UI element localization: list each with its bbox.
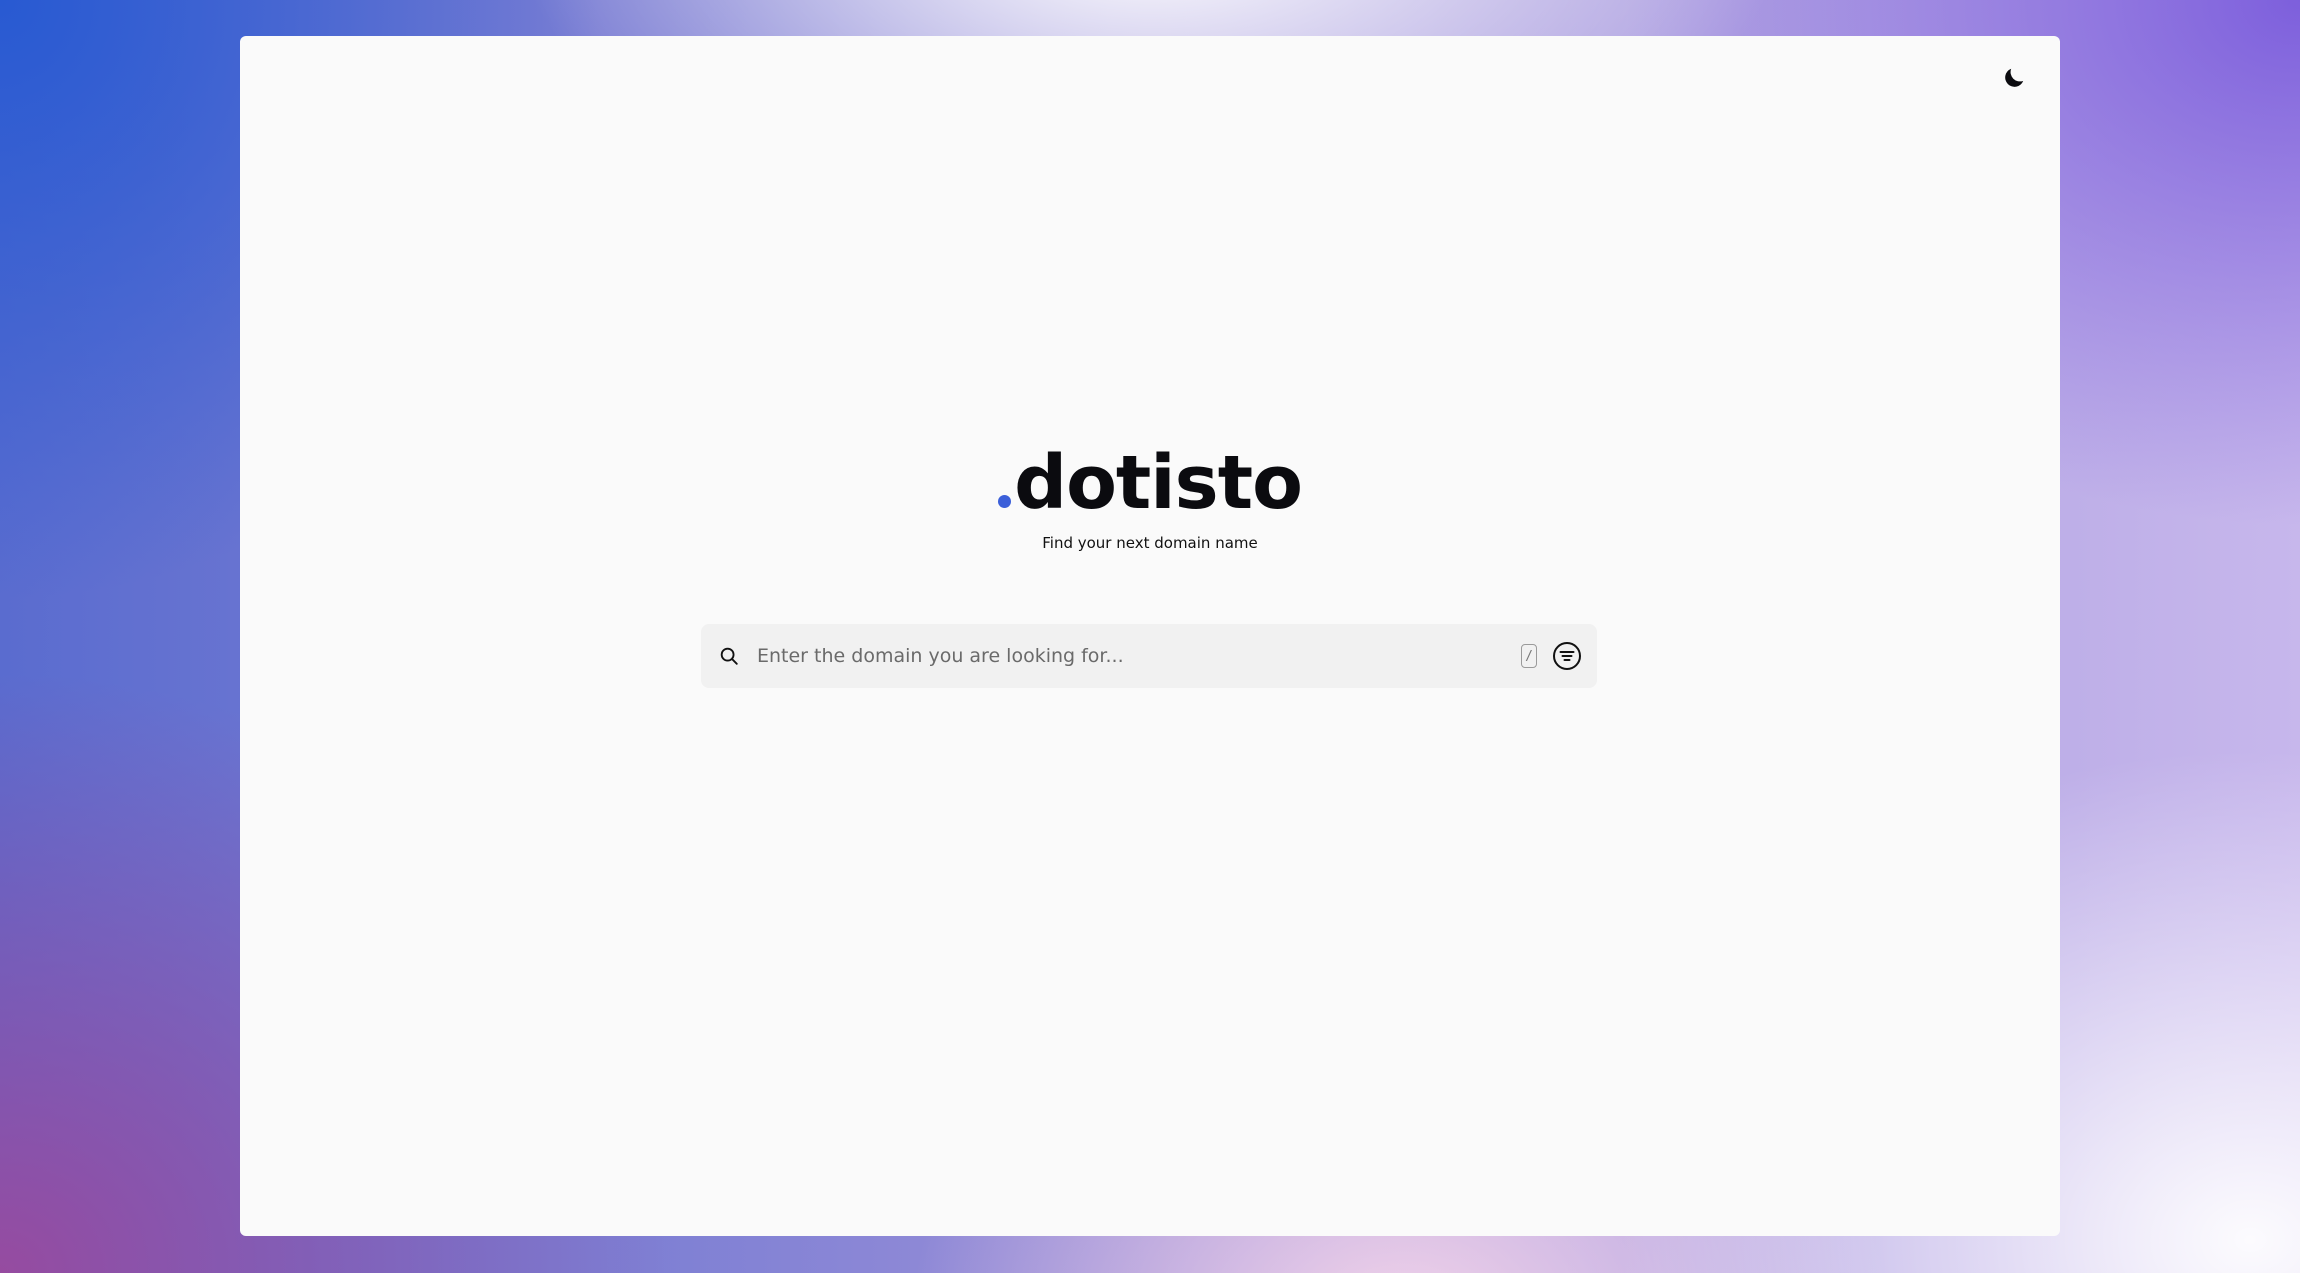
search-input[interactable] bbox=[755, 635, 1521, 677]
tagline: Find your next domain name bbox=[1042, 534, 1258, 552]
filter-icon bbox=[1553, 642, 1581, 670]
logo: dotisto bbox=[998, 440, 1303, 526]
theme-toggle-button[interactable] bbox=[1996, 60, 2032, 96]
brand-block: dotisto Find your next domain name bbox=[240, 446, 2060, 552]
filter-button[interactable] bbox=[1551, 640, 1583, 672]
search-bar: / bbox=[701, 624, 1597, 688]
moon-icon bbox=[2005, 68, 2024, 87]
search-icon bbox=[717, 644, 741, 668]
main-panel: dotisto Find your next domain name / bbox=[240, 36, 2060, 1236]
logo-text: dotisto bbox=[1014, 440, 1303, 526]
logo-dot bbox=[998, 495, 1012, 508]
shortcut-hint: / bbox=[1521, 644, 1537, 668]
